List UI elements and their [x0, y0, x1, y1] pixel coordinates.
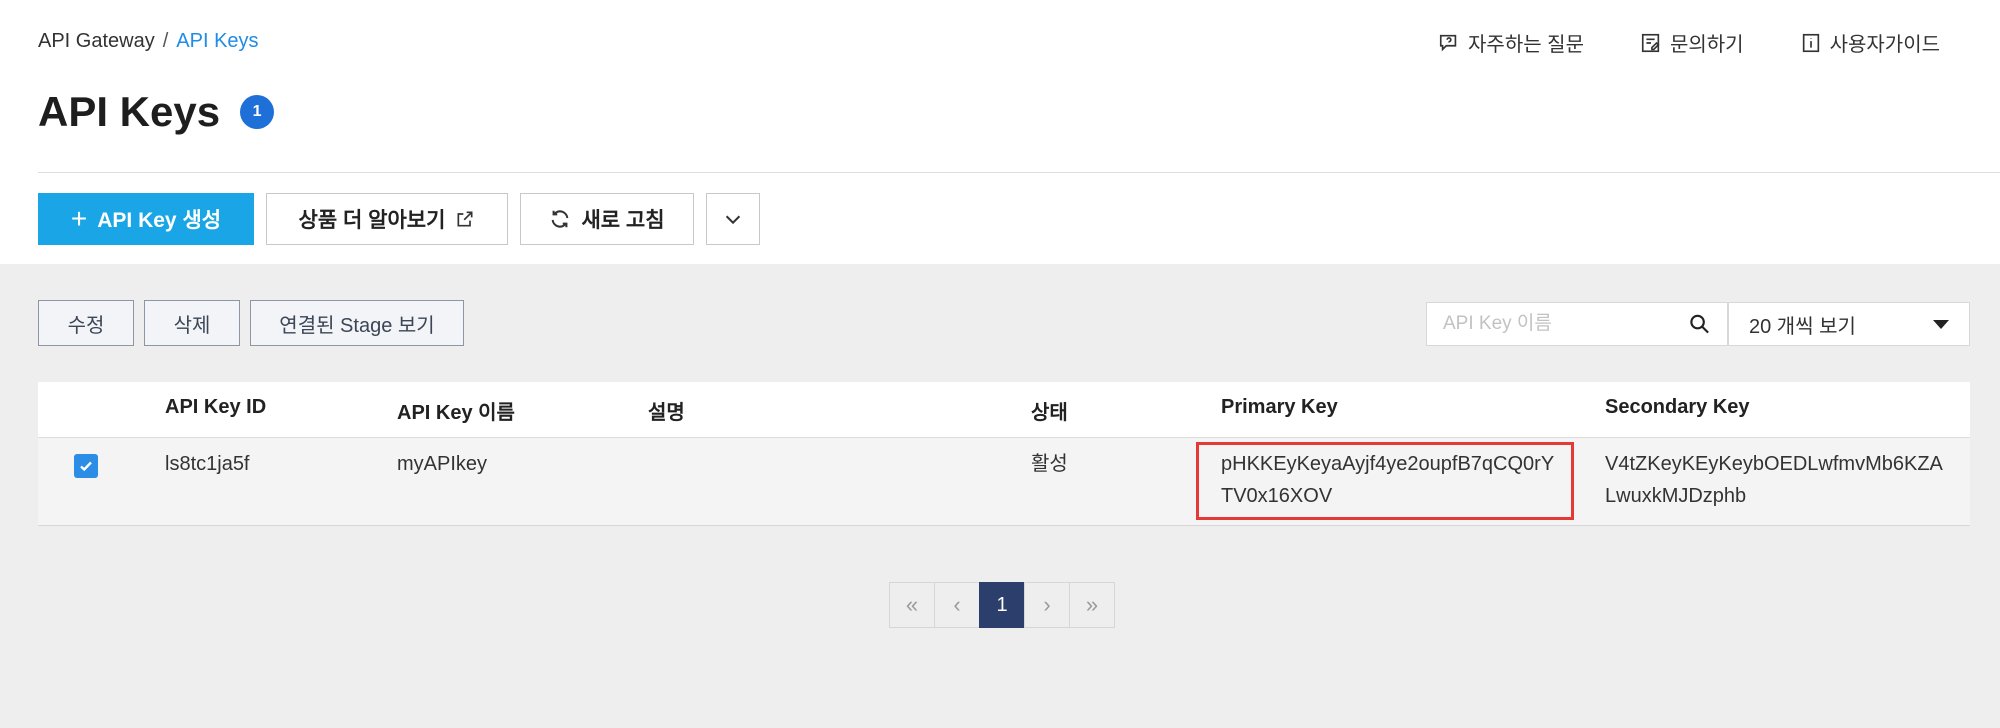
- page-title-row: API Keys 1: [38, 88, 275, 136]
- first-page-button[interactable]: «: [889, 582, 935, 628]
- toolbar: + API Key 생성 상품 더 알아보기 새로 고침: [38, 193, 760, 245]
- count-badge: 1: [240, 95, 275, 129]
- page-size-select[interactable]: 20 개씩 보기: [1728, 302, 1970, 346]
- learn-more-label: 상품 더 알아보기: [298, 209, 446, 232]
- edit-button[interactable]: 수정: [38, 300, 134, 346]
- checkmark-icon: [80, 461, 92, 472]
- caret-down-icon: [1933, 319, 1949, 329]
- faq-label: 자주하는 질문: [1468, 34, 1584, 56]
- row-actions: 수정 삭제 연결된 Stage 보기: [38, 300, 464, 346]
- column-header-description[interactable]: 설명: [648, 396, 685, 425]
- create-api-key-label: API Key 생성: [97, 209, 222, 232]
- external-link-icon: [457, 211, 473, 227]
- breadcrumb: API Gateway / API Keys: [38, 30, 259, 53]
- page-header: API Gateway / API Keys 자주하는 질문 문의하기 사용자가…: [0, 0, 2000, 264]
- last-page-button[interactable]: »: [1069, 582, 1115, 628]
- primary-key-value: pHKKEyKeyaAyjf4ye2oupfB7qCQ0rYTV0x16XOV: [1221, 453, 1555, 507]
- column-header-status[interactable]: 상태: [1031, 396, 1068, 425]
- api-key-id: ls8tc1ja5f: [165, 453, 250, 475]
- api-key-name: myAPIkey: [397, 453, 488, 475]
- refresh-label: 새로 고침: [581, 209, 665, 232]
- column-header-id[interactable]: API Key ID: [165, 396, 266, 419]
- chevron-down-icon: [725, 215, 741, 225]
- column-header-name[interactable]: API Key 이름: [397, 396, 515, 425]
- column-header-secondary-key[interactable]: Secondary Key: [1605, 396, 1945, 419]
- content-area: 수정 삭제 연결된 Stage 보기 20 개씩 보기 API Key ID A…: [0, 264, 2000, 728]
- prev-page-button[interactable]: ‹: [934, 582, 980, 628]
- delete-button[interactable]: 삭제: [144, 300, 240, 346]
- plus-icon: +: [70, 203, 88, 234]
- refresh-icon: [552, 210, 569, 228]
- breadcrumb-current[interactable]: API Keys: [176, 30, 258, 53]
- breadcrumb-parent[interactable]: API Gateway: [38, 30, 155, 53]
- current-page-button[interactable]: 1: [979, 582, 1025, 628]
- learn-more-button[interactable]: 상품 더 알아보기: [266, 193, 508, 245]
- guide-label: 사용자가이드: [1829, 34, 1940, 56]
- guide-link[interactable]: 사용자가이드: [1800, 28, 1940, 57]
- view-stages-button[interactable]: 연결된 Stage 보기: [250, 300, 464, 346]
- refresh-button[interactable]: 새로 고침: [520, 193, 694, 245]
- table-header: API Key ID API Key 이름 설명 상태 Primary Key …: [38, 382, 1970, 438]
- secondary-key-value: V4tZKeyKEyKeybOEDLwfmvMb6KZALwuxkMJDzphb: [1605, 453, 1943, 507]
- more-options-button[interactable]: [706, 193, 760, 245]
- document-info-icon: [1802, 33, 1819, 52]
- column-header-primary-key[interactable]: Primary Key: [1221, 396, 1561, 419]
- help-links: 자주하는 질문 문의하기 사용자가이드: [1438, 28, 1940, 57]
- create-api-key-button[interactable]: + API Key 생성: [38, 193, 254, 245]
- edit-note-icon: [1641, 33, 1660, 52]
- search-input[interactable]: [1443, 313, 1688, 335]
- search-box: [1426, 302, 1728, 346]
- api-keys-table: API Key ID API Key 이름 설명 상태 Primary Key …: [38, 382, 1970, 526]
- row-checkbox[interactable]: [74, 454, 98, 478]
- page-title: API Keys: [38, 88, 221, 135]
- table-row[interactable]: ls8tc1ja5f myAPIkey 활성 pHKKEyKeyaAyjf4ye…: [38, 438, 1970, 526]
- next-page-button[interactable]: ›: [1024, 582, 1070, 628]
- inquiry-label: 문의하기: [1669, 34, 1744, 56]
- status-badge: 활성: [1031, 453, 1068, 475]
- search-icon[interactable]: [1688, 312, 1711, 336]
- inquiry-link[interactable]: 문의하기: [1640, 28, 1744, 57]
- faq-link[interactable]: 자주하는 질문: [1438, 28, 1584, 57]
- row-checkbox-cell: [38, 448, 134, 478]
- pagination: « ‹ 1 › »: [889, 582, 1115, 628]
- breadcrumb-separator: /: [162, 30, 169, 52]
- header-divider: [38, 172, 2000, 173]
- page-size-value: 20 개씩 보기: [1749, 315, 1856, 338]
- chat-question-icon: [1439, 34, 1457, 51]
